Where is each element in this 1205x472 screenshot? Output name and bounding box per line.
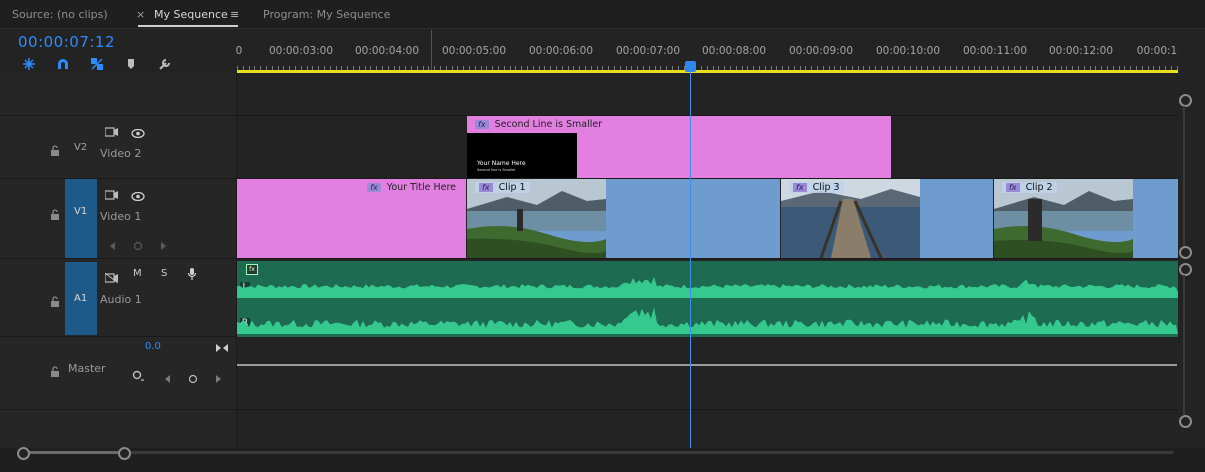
zoom-scrollbar-track[interactable] xyxy=(22,451,1174,454)
active-tab-indicator xyxy=(138,25,238,27)
toggle-sync-lock-icon[interactable] xyxy=(104,268,119,287)
title-thumbnail: Your Name Here Second line is Smaller xyxy=(467,133,577,178)
snap-icon[interactable] xyxy=(21,56,37,72)
prev-keyframe-icon[interactable] xyxy=(163,369,171,388)
audio-scroll-top-knob[interactable] xyxy=(1179,263,1192,276)
track-id-v2[interactable]: V2 xyxy=(74,142,87,153)
close-tab-icon[interactable]: × xyxy=(136,8,145,21)
ruler-label: 00:00:12:00 xyxy=(1048,45,1114,57)
fx-badge: fx xyxy=(793,183,807,192)
ruler-label: 00:00:08:00 xyxy=(701,45,767,57)
ruler-label: 00:00:11:00 xyxy=(962,45,1028,57)
linked-selection-icon[interactable] xyxy=(89,56,105,72)
playhead-handle[interactable] xyxy=(685,61,696,72)
thumbnail-line-1: Your Name Here xyxy=(477,160,526,167)
panel-tab-bar: Source: (no clips) × My Sequence ≡ Progr… xyxy=(0,0,1205,29)
track-name-a1[interactable]: Audio 1 xyxy=(100,293,142,306)
thumbnail-line-2: Second line is Smaller xyxy=(477,168,516,172)
expand-tracks-icon[interactable] xyxy=(216,338,228,357)
next-keyframe-icon[interactable] xyxy=(215,369,223,388)
add-keyframe-icon[interactable] xyxy=(188,369,198,388)
audio-scroll-bottom-knob[interactable] xyxy=(1179,415,1192,428)
ruler-label: 00:00:03:00 xyxy=(268,45,334,57)
ruler-label: 00:00:1 xyxy=(1136,45,1178,57)
tab-my-sequence[interactable]: My Sequence xyxy=(154,8,228,21)
work-area-bar[interactable] xyxy=(237,70,1178,73)
fx-badge: fx xyxy=(1006,183,1020,192)
lock-icon[interactable] xyxy=(50,141,60,160)
fx-badge: fx xyxy=(479,183,493,192)
ruler-label: 0 xyxy=(235,45,243,57)
clip-title-row: fx Your Title Here xyxy=(367,182,456,193)
clip-title-row: fx Clip 3 xyxy=(789,182,844,193)
audio-scrollbar-track[interactable] xyxy=(1183,275,1185,415)
video-clip-1[interactable]: fx Clip 1 xyxy=(467,179,780,258)
ruler-major-tick xyxy=(431,30,432,70)
lock-icon[interactable] xyxy=(50,292,60,311)
mute-button[interactable]: M xyxy=(133,268,142,279)
tab-program[interactable]: Program: My Sequence xyxy=(263,8,390,21)
microphone-icon[interactable] xyxy=(187,266,197,285)
row-divider xyxy=(0,258,1178,259)
zoom-left-handle[interactable] xyxy=(17,447,30,460)
magnet-icon[interactable] xyxy=(55,56,71,72)
track-id-a1[interactable]: A1 xyxy=(74,293,87,304)
clip-name: Clip 1 xyxy=(498,182,526,193)
solo-button[interactable]: S xyxy=(161,268,167,279)
ruler-label: 00:00:04:00 xyxy=(354,45,420,57)
lock-icon[interactable] xyxy=(50,362,60,381)
video-scroll-bottom-knob[interactable] xyxy=(1179,246,1192,259)
time-ruler[interactable]: 0 00:00:03:00 00:00:04:00 00:00:05:00 00… xyxy=(235,28,1178,72)
panel-menu-icon[interactable]: ≡ xyxy=(230,8,239,21)
ruler-label: 00:00:06:00 xyxy=(528,45,594,57)
eye-icon[interactable] xyxy=(131,186,145,205)
track-id-v1[interactable]: V1 xyxy=(74,206,87,217)
master-volume[interactable]: 0.0 xyxy=(145,341,161,352)
tab-source[interactable]: Source: (no clips) xyxy=(12,8,108,21)
ruler-label: 00:00:10:00 xyxy=(875,45,941,57)
video-scrollbar-track[interactable] xyxy=(1183,106,1185,246)
title-clip-second-line[interactable]: fx Second Line is Smaller Your Name Here … xyxy=(467,116,891,178)
audio-clip[interactable]: fx L R xyxy=(237,261,1178,337)
row-divider xyxy=(0,409,1178,410)
lock-icon[interactable] xyxy=(50,205,60,224)
ruler-label: 00:00:09:00 xyxy=(788,45,854,57)
clip-name: Clip 2 xyxy=(1025,182,1053,193)
add-keyframe-icon[interactable] xyxy=(133,236,143,255)
prev-keyframe-icon[interactable] xyxy=(108,236,116,255)
video-scroll-top-knob[interactable] xyxy=(1179,94,1192,107)
audio-waveform xyxy=(237,276,1178,334)
track-name-v1[interactable]: Video 1 xyxy=(100,210,141,223)
clip-name: Your Title Here xyxy=(386,182,456,193)
toggle-sync-lock-icon[interactable] xyxy=(104,185,118,204)
master-volume-line[interactable] xyxy=(237,364,1177,366)
toggle-sync-lock-icon[interactable] xyxy=(104,122,118,141)
ruler-label: 00:00:05:00 xyxy=(441,45,507,57)
track-name-v2[interactable]: Video 2 xyxy=(100,147,141,160)
fx-badge: fx xyxy=(475,120,489,129)
playhead-line[interactable] xyxy=(690,66,691,448)
title-clip-your-title[interactable]: fx Your Title Here xyxy=(237,179,466,258)
wrench-icon[interactable] xyxy=(157,56,173,72)
clip-title-row: fx Clip 2 xyxy=(1002,182,1057,193)
clip-name: Second Line is Smaller xyxy=(494,119,603,130)
ruler-label: 00:00:07:00 xyxy=(615,45,681,57)
clip-name: Clip 3 xyxy=(812,182,840,193)
marker-icon[interactable] xyxy=(123,56,139,72)
eye-icon[interactable] xyxy=(131,123,145,142)
add-effect-icon[interactable] xyxy=(132,367,144,386)
playhead-timecode[interactable]: 00:00:07:12 xyxy=(18,33,115,51)
track-header-column xyxy=(0,73,236,448)
source-patch-v1[interactable] xyxy=(65,179,97,258)
clip-title-row: fx Clip 1 xyxy=(475,182,530,193)
track-name-master[interactable]: Master xyxy=(68,362,106,375)
video-clip-3[interactable]: fx Clip 3 xyxy=(781,179,993,258)
fx-badge: fx xyxy=(367,183,381,192)
zoom-scrollbar-thumb[interactable] xyxy=(26,451,122,454)
next-keyframe-icon[interactable] xyxy=(160,236,168,255)
clip-title-row: fx Second Line is Smaller xyxy=(475,119,602,130)
video-clip-2[interactable]: fx Clip 2 xyxy=(994,179,1178,258)
zoom-right-handle[interactable] xyxy=(118,447,131,460)
